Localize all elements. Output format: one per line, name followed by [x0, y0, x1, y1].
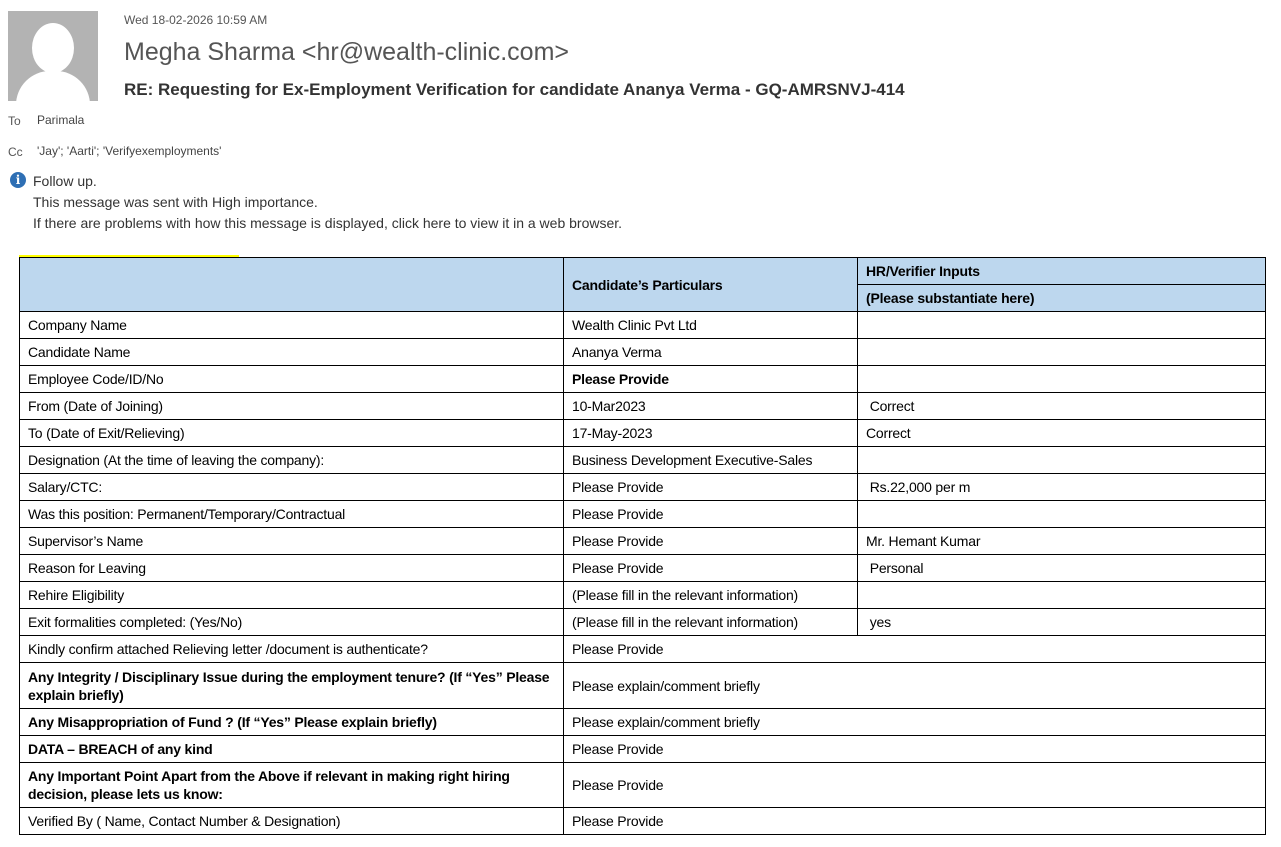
table-row: DATA – BREACH of any kind Please Provide — [19, 735, 1266, 763]
importance-notice: This message was sent with High importan… — [33, 194, 318, 210]
row-candidate-value: Please Provide — [563, 365, 858, 393]
row-candidate-value: Please Provide — [563, 527, 858, 555]
verification-table: Candidate’s Particulars HR/Verifier Input… — [19, 257, 1266, 835]
row-candidate-value[interactable]: Please explain/comment briefly — [563, 662, 1266, 709]
row-candidate-value: (Please fill in the relevant information… — [563, 608, 858, 636]
table-row: Company Name Wealth Clinic Pvt Ltd — [19, 311, 1266, 339]
table-row: Salary/CTC: Please Provide Rs.22,000 per … — [19, 473, 1266, 501]
row-hr-input[interactable]: Correct — [857, 392, 1266, 420]
row-candidate-value[interactable]: Please Provide — [563, 762, 1266, 808]
table-row: Any Misappropriation of Fund ? (If “Yes”… — [19, 708, 1266, 736]
subject: RE: Requesting for Ex-Employment Verific… — [124, 80, 905, 99]
followup-notice: Follow up. — [33, 173, 97, 189]
row-hr-input[interactable] — [857, 581, 1266, 609]
row-candidate-value[interactable]: Please Provide — [563, 635, 1266, 663]
row-hr-input[interactable] — [857, 311, 1266, 339]
table-row: Verified By ( Name, Contact Number & Des… — [19, 807, 1266, 835]
row-hr-input[interactable] — [857, 338, 1266, 366]
row-candidate-value: (Please fill in the relevant information… — [563, 581, 858, 609]
table-row: Candidate Name Ananya Verma — [19, 338, 1266, 366]
row-label: To (Date of Exit/Relieving) — [19, 419, 564, 447]
row-candidate-value[interactable]: Please Provide — [563, 735, 1266, 763]
row-label: Kindly confirm attached Relieving letter… — [19, 635, 564, 663]
table-row: Employee Code/ID/No Please Provide — [19, 365, 1266, 393]
table-row: Rehire Eligibility (Please fill in the re… — [19, 581, 1266, 609]
row-hr-input[interactable] — [857, 446, 1266, 474]
row-label: Employee Code/ID/No — [19, 365, 564, 393]
row-label: Salary/CTC: — [19, 473, 564, 501]
table-row: To (Date of Exit/Relieving) 17-May-2023 Co… — [19, 419, 1266, 447]
table-row: Exit formalities completed: (Yes/No) (Ple… — [19, 608, 1266, 636]
row-hr-input[interactable]: yes — [857, 608, 1266, 636]
row-hr-input[interactable]: Correct — [857, 419, 1266, 447]
table-row: Designation (At the time of leaving the … — [19, 446, 1266, 474]
row-label: Verified By ( Name, Contact Number & Des… — [19, 807, 564, 835]
row-label: Exit formalities completed: (Yes/No) — [19, 608, 564, 636]
row-label: Any Important Point Apart from the Above… — [19, 762, 564, 808]
to-recipient[interactable]: Parimala — [37, 113, 84, 127]
cc-recipients[interactable]: 'Jay'; 'Aarti'; 'Verifyexemployments' — [37, 144, 221, 158]
row-label: Designation (At the time of leaving the … — [19, 446, 564, 474]
row-candidate-value: Please Provide — [563, 554, 858, 582]
row-hr-input[interactable] — [857, 365, 1266, 393]
row-hr-input[interactable] — [857, 500, 1266, 528]
row-label: From (Date of Joining) — [19, 392, 564, 420]
table-row: Kindly confirm attached Relieving letter… — [19, 635, 1266, 663]
row-candidate-value: Wealth Clinic Pvt Ltd — [563, 311, 858, 339]
row-label: Any Misappropriation of Fund ? (If “Yes”… — [19, 708, 564, 736]
table-row: Supervisor’s Name Please Provide Mr. Heman… — [19, 527, 1266, 555]
row-hr-input[interactable]: Personal — [857, 554, 1266, 582]
sender[interactable]: Megha Sharma <hr@wealth-clinic.com> — [124, 38, 569, 67]
row-hr-input[interactable]: Rs.22,000 per m — [857, 473, 1266, 501]
sender-avatar — [8, 11, 98, 101]
row-candidate-value: Please Provide — [563, 473, 858, 501]
to-label: To — [8, 114, 21, 128]
row-candidate-value: Business Development Executive-Sales — [563, 446, 858, 474]
row-label: Candidate Name — [19, 338, 564, 366]
header-blank — [19, 257, 564, 312]
row-label: Any Integrity / Disciplinary Issue durin… — [19, 662, 564, 709]
row-candidate-value: 10-Mar2023 — [563, 392, 858, 420]
row-candidate-value[interactable]: Please explain/comment briefly — [563, 708, 1266, 736]
cc-label: Cc — [8, 145, 23, 159]
table-row: Was this position: Permanent/Temporary/C… — [19, 500, 1266, 528]
table-row: Any Integrity / Disciplinary Issue durin… — [19, 662, 1266, 709]
row-candidate-value: Ananya Verma — [563, 338, 858, 366]
info-icon: i — [10, 172, 26, 188]
row-candidate-value: 17-May-2023 — [563, 419, 858, 447]
row-label: DATA – BREACH of any kind — [19, 735, 564, 763]
header-candidate-particulars: Candidate’s Particulars — [563, 257, 858, 312]
header-hr-inputs: HR/Verifier Inputs — [857, 257, 1266, 285]
table-row: Reason for Leaving Please Provide Persona… — [19, 554, 1266, 582]
row-label: Was this position: Permanent/Temporary/C… — [19, 500, 564, 528]
row-candidate-value: Please Provide — [563, 500, 858, 528]
header-substantiate: (Please substantiate here) — [857, 284, 1266, 312]
table-row: Any Important Point Apart from the Above… — [19, 762, 1266, 808]
row-hr-input[interactable]: Mr. Hemant Kumar — [857, 527, 1266, 555]
row-candidate-value[interactable]: Please Provide — [563, 807, 1266, 835]
browser-view-link[interactable]: If there are problems with how this mess… — [33, 215, 622, 231]
row-label: Reason for Leaving — [19, 554, 564, 582]
row-label: Supervisor’s Name — [19, 527, 564, 555]
row-label: Rehire Eligibility — [19, 581, 564, 609]
sent-date: Wed 18-02-2026 10:59 AM — [124, 13, 268, 27]
row-label: Company Name — [19, 311, 564, 339]
table-row: From (Date of Joining) 10-Mar2023 Correct — [19, 392, 1266, 420]
